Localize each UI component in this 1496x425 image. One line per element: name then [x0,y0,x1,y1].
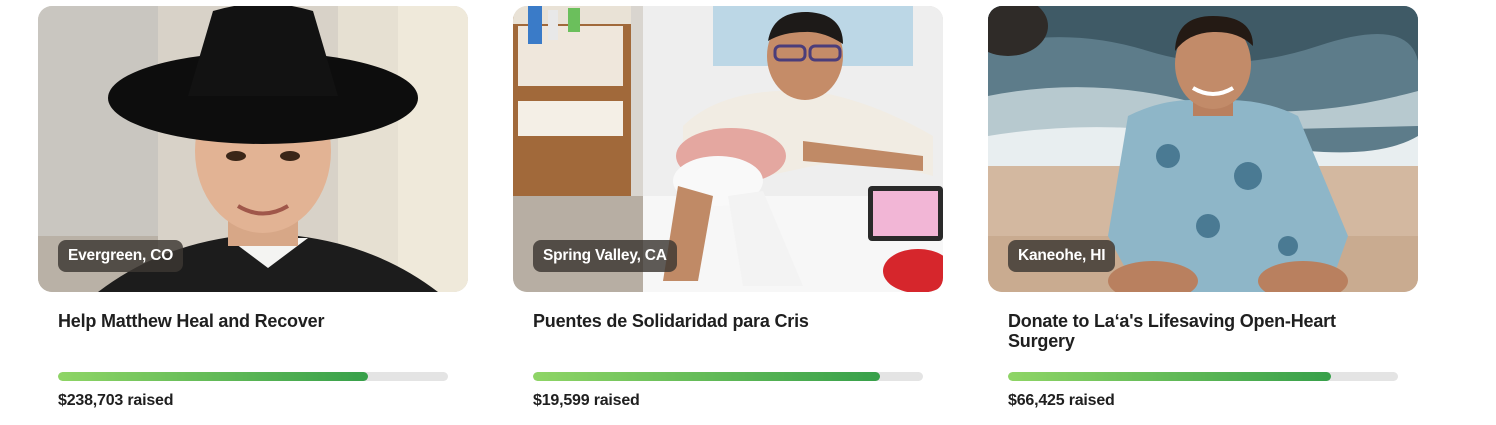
fundraiser-title[interactable]: Help Matthew Heal and Recover [58,311,388,331]
amount-value: $66,425 [1008,392,1065,409]
amount-value: $238,703 [58,392,124,409]
location-badge: Evergreen, CO [58,240,184,272]
amount-value: $19,599 [533,392,590,409]
fundraiser-photo[interactable]: Kaneohe, HI [988,6,1418,292]
fundraiser-card[interactable]: Spring Valley, CA Puentes de Solidaridad… [513,6,943,416]
fundraiser-title[interactable]: Donate to La‘a's Lifesaving Open-Heart S… [1008,311,1338,351]
progress-bar [533,372,923,381]
fundraiser-card[interactable]: Kaneohe, HI Donate to La‘a's Lifesaving … [988,6,1418,416]
progress-bar-fill [1008,372,1331,381]
fundraiser-photo[interactable]: Evergreen, CO [38,6,468,292]
amount-raised: $19,599 raised [533,392,640,410]
progress-bar [58,372,448,381]
amount-raised: $238,703 raised [58,392,174,410]
amount-raised: $66,425 raised [1008,392,1115,410]
raised-label: raised [127,392,174,409]
fundraiser-title[interactable]: Puentes de Solidaridad para Cris [533,311,863,331]
location-badge: Spring Valley, CA [533,240,677,272]
fundraiser-photo[interactable]: Spring Valley, CA [513,6,943,292]
raised-label: raised [593,392,640,409]
progress-bar-fill [533,372,881,381]
raised-label: raised [1068,392,1115,409]
progress-bar [1008,372,1398,381]
location-badge: Kaneohe, HI [1008,240,1116,272]
progress-bar-fill [58,372,369,381]
fundraiser-card[interactable]: Evergreen, CO Help Matthew Heal and Reco… [38,6,468,416]
